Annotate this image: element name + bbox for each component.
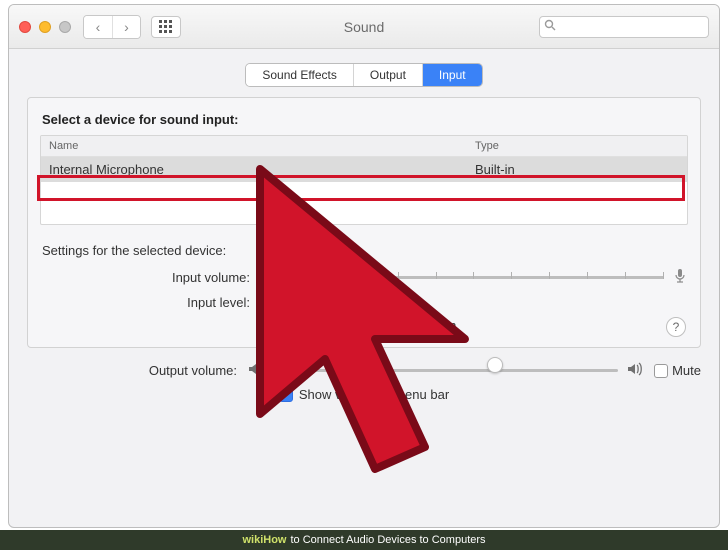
- mic-high-icon: [672, 268, 688, 287]
- output-volume-area: Output volume: Mute Show volume in menu …: [27, 362, 701, 402]
- input-volume-slider[interactable]: [284, 270, 664, 286]
- show-volume-label: Show volume in menu bar: [299, 387, 449, 402]
- mute-checkbox[interactable]: [654, 364, 668, 378]
- output-volume-label: Output volume:: [27, 363, 247, 378]
- select-device-label: Select a device for sound input:: [42, 112, 686, 127]
- input-level-label: Input level:: [40, 295, 260, 310]
- tab-output[interactable]: Output: [353, 64, 422, 86]
- nav-buttons: ‹ ›: [83, 15, 141, 39]
- zoom-icon[interactable]: [59, 21, 71, 33]
- device-type: Built-in: [467, 157, 687, 182]
- speaker-high-icon: [626, 362, 644, 379]
- ambient-label: Use ambient noise reduction: [292, 318, 457, 333]
- input-level-meter: [260, 296, 688, 310]
- search-icon: [544, 19, 556, 34]
- ambient-row: Use ambient noise reduction: [40, 318, 688, 333]
- titlebar: ‹ › Sound: [9, 5, 719, 49]
- tab-input[interactable]: Input: [422, 64, 482, 86]
- search-field-wrap: [539, 16, 709, 38]
- device-name: Internal Microphone: [41, 157, 467, 182]
- help-button[interactable]: ?: [666, 317, 686, 337]
- show-volume-checkbox[interactable]: [279, 388, 293, 402]
- output-volume-slider[interactable]: [273, 363, 618, 379]
- back-button[interactable]: ‹: [84, 16, 112, 38]
- caption-brand: wikiHow: [242, 534, 286, 546]
- input-panel: Select a device for sound input: Name Ty…: [27, 97, 701, 348]
- input-volume-label: Input volume:: [40, 270, 260, 285]
- device-table: Name Type Internal Microphone Built-in: [40, 135, 688, 225]
- settings-for-device-label: Settings for the selected device:: [42, 243, 686, 258]
- slider-knob[interactable]: [487, 357, 503, 373]
- traffic-lights: [19, 21, 71, 33]
- speaker-low-icon: [247, 362, 265, 379]
- forward-button[interactable]: ›: [112, 16, 140, 38]
- caption-text: to Connect Audio Devices to Computers: [290, 534, 485, 546]
- segmented-control: Sound Effects Output Input: [245, 63, 482, 87]
- input-volume-row: Input volume:: [40, 268, 688, 287]
- col-header-name: Name: [41, 136, 467, 156]
- output-volume-row: Output volume: Mute: [27, 362, 701, 379]
- tabs: Sound Effects Output Input: [9, 63, 719, 87]
- tab-sound-effects[interactable]: Sound Effects: [246, 64, 353, 86]
- search-input[interactable]: [539, 16, 709, 38]
- ambient-checkbox[interactable]: [272, 319, 286, 333]
- caption-bar: wikiHow to Connect Audio Devices to Comp…: [0, 530, 728, 550]
- grid-icon: [159, 20, 173, 34]
- mute-label: Mute: [672, 363, 701, 378]
- show-volume-row: Show volume in menu bar: [27, 387, 701, 402]
- table-empty-space: [41, 182, 687, 224]
- input-level-row: Input level:: [40, 295, 688, 310]
- preferences-window: ‹ › Sound Sound Effects Output Input: [8, 4, 720, 528]
- show-all-button[interactable]: [151, 16, 181, 38]
- close-icon[interactable]: [19, 21, 31, 33]
- mic-low-icon: [260, 268, 276, 287]
- col-header-type: Type: [467, 136, 687, 156]
- table-row[interactable]: Internal Microphone Built-in: [41, 157, 687, 182]
- minimize-icon[interactable]: [39, 21, 51, 33]
- table-header: Name Type: [41, 136, 687, 157]
